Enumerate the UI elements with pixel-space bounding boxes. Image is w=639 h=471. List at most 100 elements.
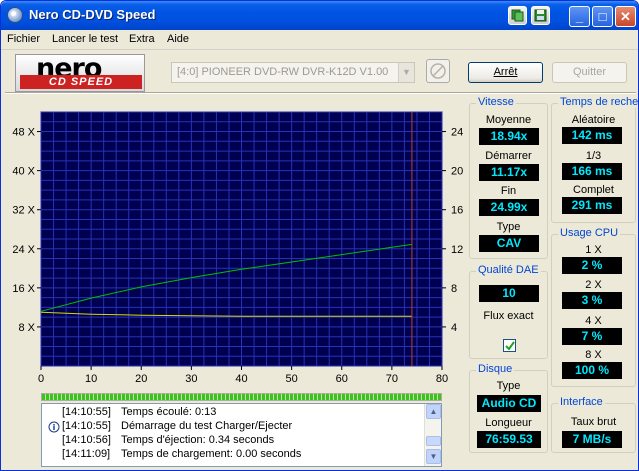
complet-label: Complet (573, 184, 614, 196)
progress-bar (41, 393, 442, 401)
disque-group: Disque Type Audio CD Longueur 76:59.53 (469, 363, 548, 453)
log-message: Temps de chargement: 0.00 seconds (121, 448, 302, 460)
aleatoire-value: 142 ms (562, 127, 622, 144)
logo-cd-speed-text: CD SPEED (20, 75, 142, 89)
y-right-tick-label: 8 (451, 283, 457, 295)
cpu-4x-label: 4 X (585, 315, 602, 327)
y-right-tick-label: 24 (451, 127, 463, 139)
speed-chart: 0 10 20 30 40 50 60 70 80 8 X 16 X 24 X 32 X 40 X 48 X… (9, 97, 464, 393)
maximize-button[interactable]: □ (592, 6, 613, 27)
log-row: i [14:10:55] Démarrage du test Charger/Eje… (42, 420, 424, 434)
y-left-tick-label: 48 X (12, 127, 35, 139)
tiers-label: 1/3 (585, 150, 602, 162)
vitesse-title: Vitesse (476, 96, 516, 108)
taux-brut-value: 7 MB/s (562, 431, 622, 448)
cpu-2x-label: 2 X (585, 279, 602, 291)
x-tick-label: 40 (235, 373, 247, 385)
close-button[interactable]: ✕ (615, 6, 636, 27)
disque-title: Disque (476, 363, 515, 375)
copy-icon[interactable] (508, 6, 527, 25)
drive-select[interactable]: [4:0] PIONEER DVD-RW DVR-K12D V1.00 (171, 62, 415, 83)
app-window: Nero CD-DVD Speed _ □ ✕ Fichier Lancer l… (0, 0, 639, 471)
temps-group: Temps de reche Aléatoire 142 ms 1/3 166 … (551, 96, 638, 223)
dae-title: Qualité DAE (476, 264, 541, 276)
taux-brut-label: Taux brut (570, 416, 617, 428)
log-timestamp: [14:10:56] (62, 434, 111, 446)
x-tick-label: 20 (135, 373, 147, 385)
log-timestamp: [14:10:55] (62, 420, 111, 432)
y-left-tick-label: 40 X (12, 166, 35, 178)
minimize-button[interactable]: _ (569, 6, 590, 27)
toolbar-divider (5, 92, 636, 94)
log-row: [14:10:55] Temps écoulé: 0:13 (42, 406, 424, 420)
quit-button[interactable]: Quitter (552, 62, 627, 83)
app-icon[interactable] (7, 7, 23, 23)
flux-exact-checkbox[interactable] (503, 339, 516, 352)
title-bar[interactable]: Nero CD-DVD Speed _ □ ✕ (1, 1, 638, 30)
flux-exact-label: Flux exact (483, 310, 534, 322)
log-row: [14:11:09] Temps de chargement: 0.00 seco… (42, 448, 424, 462)
disque-type-label: Type (496, 380, 521, 392)
eject-button[interactable] (426, 59, 450, 83)
x-tick-label: 50 (286, 373, 298, 385)
x-tick-label: 60 (336, 373, 348, 385)
scroll-down-icon[interactable]: ▼ (426, 449, 441, 464)
type-label: Type (496, 221, 521, 233)
speed-chart-svg: 0 10 20 30 40 50 60 70 80 8 X 16 X 24 X 32 X 40 X 48 X… (12, 111, 463, 385)
y-right-tick-label: 12 (451, 244, 463, 256)
info-icon: i (48, 421, 60, 433)
log-row: [14:10:56] Temps d'éjection: 0.34 seconds (42, 434, 424, 448)
svg-text:i: i (53, 423, 56, 432)
interface-group: Interface Taux brut 7 MB/s (551, 396, 636, 453)
log-timestamp: [14:11:09] (62, 448, 111, 460)
dae-group: Qualité DAE 10 Flux exact (469, 264, 548, 359)
x-tick-label: 10 (85, 373, 97, 385)
log-timestamp: [14:10:55] (62, 406, 111, 418)
log-scrollbar[interactable]: ▲ ▼ (424, 404, 441, 466)
temps-title: Temps de reche (558, 96, 639, 108)
cpu-8x-value: 100 % (562, 362, 622, 379)
log-message: Démarrage du test Charger/Ejecter (121, 420, 293, 432)
cpu-8x-label: 8 X (585, 349, 602, 361)
disc-icon (430, 63, 446, 79)
log-list[interactable]: [14:10:55] Temps écoulé: 0:13 i [14:10:55] D… (41, 403, 442, 467)
dae-value: 10 (479, 285, 539, 302)
tiers-value: 166 ms (562, 163, 622, 180)
scroll-thumb[interactable] (426, 436, 441, 446)
fin-value: 24.99x (479, 199, 539, 216)
moyenne-label: Moyenne (485, 114, 532, 126)
moyenne-value: 18.94x (479, 128, 539, 145)
window-title: Nero CD-DVD Speed (29, 7, 156, 22)
disque-type-value: Audio CD (477, 395, 541, 412)
menu-aide[interactable]: Aide (167, 33, 189, 45)
y-left-tick-label: 16 X (12, 283, 35, 295)
check-icon (505, 341, 515, 351)
chevron-down-icon[interactable]: ▼ (398, 63, 414, 82)
save-icon[interactable] (531, 6, 550, 25)
x-tick-label: 80 (436, 373, 448, 385)
interface-title: Interface (558, 396, 605, 408)
complet-value: 291 ms (562, 197, 622, 214)
x-tick-label: 70 (386, 373, 398, 385)
x-tick-label: 0 (38, 373, 44, 385)
menu-extra[interactable]: Extra (129, 33, 155, 45)
nero-logo: nero CD SPEED (15, 53, 145, 92)
stop-button[interactable]: Arrêt (468, 62, 543, 83)
longueur-value: 76:59.53 (477, 431, 541, 448)
y-right-tick-label: 20 (451, 166, 463, 178)
menu-fichier[interactable]: Fichier (7, 33, 40, 45)
cpu-1x-label: 1 X (585, 244, 602, 256)
y-left-tick-label: 8 X (18, 322, 35, 334)
aleatoire-label: Aléatoire (571, 114, 616, 126)
y-left-tick-label: 24 X (12, 244, 35, 256)
y-right-tick-label: 16 (451, 205, 463, 217)
demarrer-value: 11.17x (479, 164, 539, 181)
scroll-up-icon[interactable]: ▲ (426, 404, 441, 419)
log-message: Temps d'éjection: 0.34 seconds (121, 434, 275, 446)
demarrer-label: Démarrer (485, 150, 532, 162)
menu-lancer-test[interactable]: Lancer le test (52, 33, 118, 45)
cpu-1x-value: 2 % (562, 257, 622, 274)
stop-button-label: Arrêt (493, 66, 518, 78)
cpu-group: Usage CPU 1 X 2 % 2 X 3 % 4 X 7 % 8 X 10… (551, 227, 636, 387)
cpu-2x-value: 3 % (562, 292, 622, 309)
